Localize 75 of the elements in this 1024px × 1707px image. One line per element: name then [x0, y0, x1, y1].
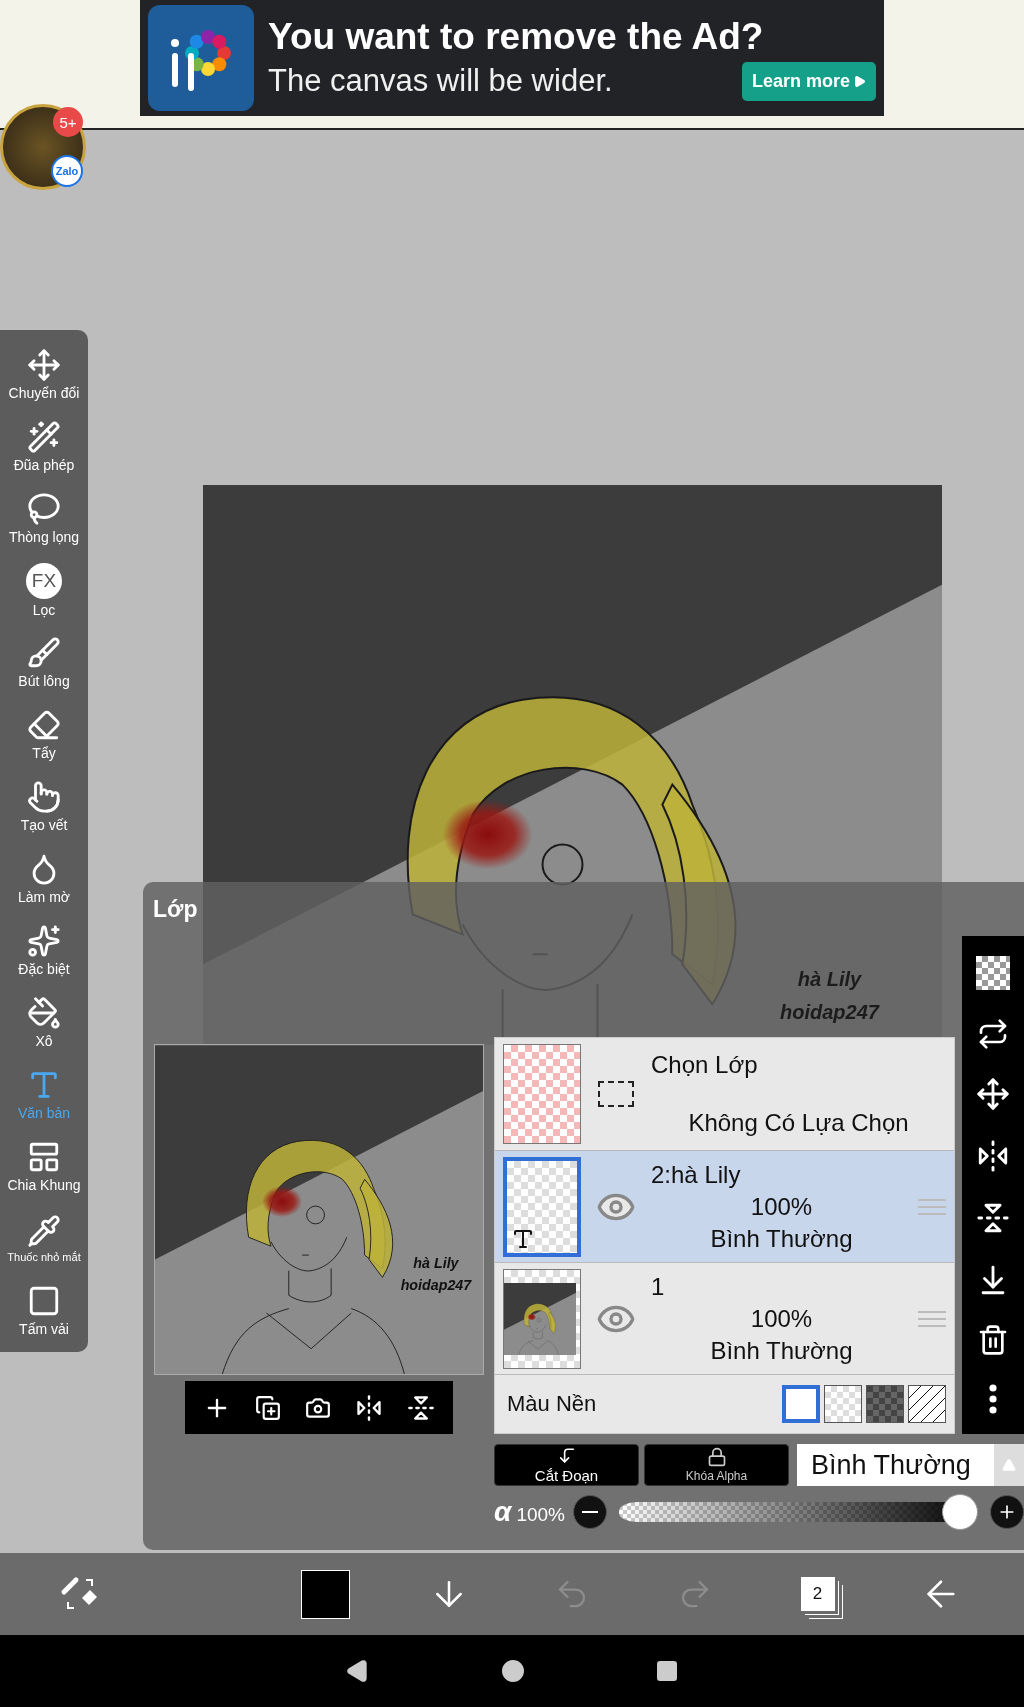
slider-thumb[interactable] [942, 1494, 978, 1530]
increase-button[interactable] [990, 1495, 1024, 1529]
background-label: Màu Nền [507, 1391, 598, 1417]
tool-button[interactable]: Làm mờ [0, 842, 88, 914]
ad-title: You want to remove the Ad? [268, 15, 765, 58]
paint-bucket-icon [27, 995, 61, 1030]
ad-banner[interactable]: You want to remove the Ad? The canvas will be wider. Learn more [140, 0, 884, 116]
layer-opacity: 100% [750, 1304, 813, 1333]
more-icon [989, 1384, 997, 1415]
decrease-button[interactable] [573, 1495, 607, 1529]
play-icon [853, 74, 866, 88]
tool-button[interactable]: Tẩy [0, 698, 88, 770]
tool-button[interactable]: FX Lọc [0, 554, 88, 626]
app-badge: Zalo [51, 155, 83, 187]
character-drawing [518, 1303, 559, 1355]
delete-button[interactable] [977, 1324, 1009, 1357]
clip-button[interactable]: Cắt Đoạn [494, 1444, 639, 1486]
nav-home-button[interactable] [501, 1659, 525, 1683]
flip-horizontal-button[interactable] [354, 1393, 383, 1422]
layer-blend-mode: Bình Thường [710, 1224, 853, 1253]
layer-blend-mode: Bình Thường [710, 1336, 853, 1365]
alpha-symbol: α [494, 1496, 512, 1528]
opacity-reading: 100% [516, 1504, 565, 1526]
layer-name: 1 [651, 1272, 665, 1301]
duplicate-layer-button[interactable] [254, 1394, 281, 1421]
triangle-icon [1002, 1458, 1016, 1472]
blend-mode-dropdown[interactable]: Bình Thường [797, 1444, 1024, 1486]
flip-vertical-button[interactable] [406, 1393, 435, 1422]
layer-row[interactable]: 2:hà Lily 100% Bình Thường [495, 1151, 954, 1263]
layer-name: Chọn Lớp [651, 1051, 758, 1079]
tool-button[interactable]: Chia Khung [0, 1130, 88, 1202]
tool-button[interactable]: Đặc biệt [0, 914, 88, 986]
minus-icon [582, 1511, 598, 1513]
color-swatch[interactable] [301, 1569, 350, 1619]
background-swatch[interactable] [782, 1385, 820, 1423]
watermark-text: hà Lily [797, 968, 862, 991]
app-logo-icon [148, 5, 254, 111]
tool-button[interactable]: Thòng lọng [0, 482, 88, 554]
selection-icon [598, 1081, 634, 1107]
lock-icon [706, 1447, 727, 1467]
tool-button[interactable]: Tạo vết [0, 770, 88, 842]
transparency-button[interactable] [976, 955, 1010, 990]
tool-button[interactable]: Thuốc nhỏ mắt [0, 1202, 88, 1274]
flip-horizontal-button[interactable] [976, 1139, 1010, 1174]
layer-opacity: 100% [750, 1192, 813, 1221]
sparkles-icon [27, 923, 61, 958]
pointing-hand-icon [27, 779, 61, 814]
panel-title: Lớp [152, 895, 199, 924]
move-icon [27, 347, 61, 382]
swap-button[interactable] [977, 1017, 1009, 1050]
chat-bubble-avatar[interactable]: 5+ Zalo [0, 104, 86, 190]
alpha-lock-button[interactable]: Khóa Alpha [644, 1444, 789, 1486]
watermark-text: hoidap247 [780, 1001, 879, 1024]
ad-subtitle: The canvas will be wider. [268, 63, 613, 99]
lasso-icon [27, 491, 61, 526]
brush-icon [27, 635, 61, 670]
watermark-text: hoidap247 [400, 1276, 471, 1293]
move-button[interactable] [976, 1077, 1010, 1112]
nav-recents-button[interactable] [655, 1659, 679, 1683]
background-swatch[interactable] [908, 1385, 946, 1423]
more-button[interactable] [989, 1384, 997, 1415]
tool-button[interactable]: Xô [0, 986, 88, 1058]
pipette-icon [27, 1213, 61, 1248]
tool-button[interactable]: Đũa phép [0, 410, 88, 482]
notification-badge: 5+ [53, 107, 83, 137]
magic-wand-icon [27, 419, 61, 454]
tool-button[interactable]: Tấm vải [0, 1274, 88, 1346]
selection-status: Không Có Lựa Chọn [688, 1109, 909, 1137]
watermark-text: hà Lily [412, 1255, 459, 1272]
background-swatch[interactable] [824, 1385, 862, 1423]
layer-name: 2:hà Lily [651, 1160, 741, 1189]
filter-icon: FX [26, 562, 62, 599]
tool-button[interactable]: Bút lông [0, 626, 88, 698]
background-swatch[interactable] [866, 1385, 904, 1423]
tool-button[interactable]: Chuyển đổi [0, 338, 88, 410]
